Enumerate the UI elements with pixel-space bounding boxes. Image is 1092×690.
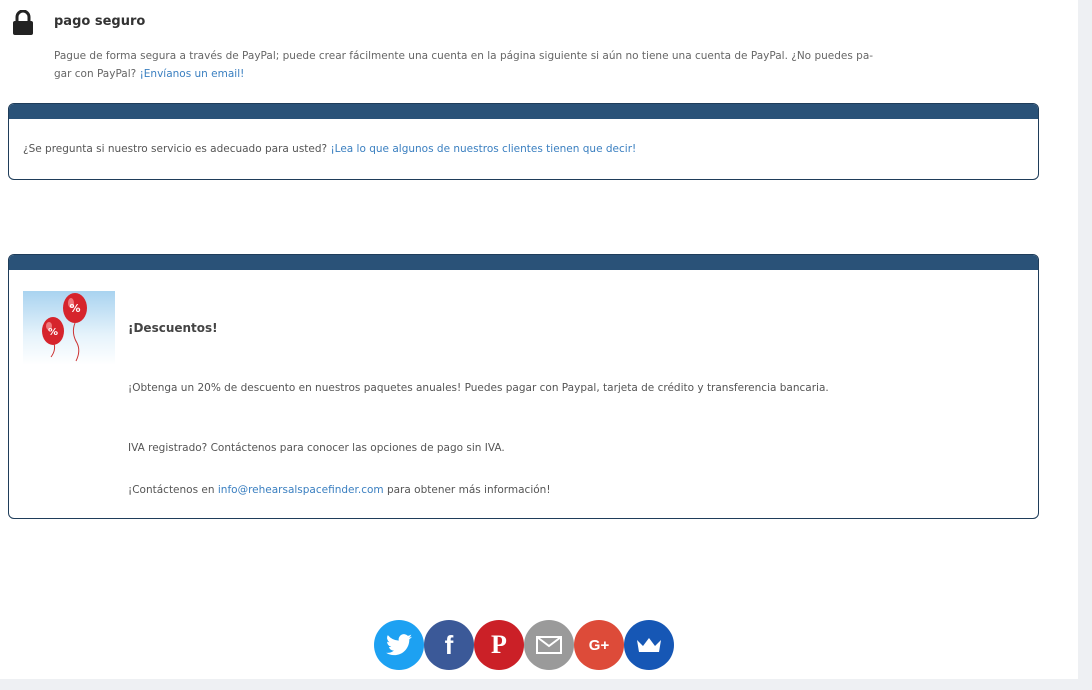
discount-balloons-image: % % [23, 291, 115, 365]
twitter-icon [386, 634, 412, 656]
email-share-button[interactable] [524, 620, 574, 670]
bottom-gutter [0, 679, 1092, 690]
secure-text-line2: gar con PayPal? [54, 68, 140, 80]
envelope-icon [536, 636, 562, 654]
contact-prefix: ¡Contáctenos en [128, 484, 218, 496]
right-scroll-gutter [1078, 0, 1092, 690]
balloon-percent-2: % [48, 327, 58, 338]
discount-contact: ¡Contáctenos en info@rehearsalspacefinde… [128, 484, 551, 496]
facebook-button[interactable]: f [424, 620, 474, 670]
discount-annual-offer: ¡Obtenga un 20% de descuento en nuestros… [128, 382, 829, 394]
discount-vat-info: IVA registrado? Contáctenos para conocer… [128, 442, 505, 454]
discount-panel: % % ¡Descuentos! ¡Obtenga un 20% de desc… [8, 254, 1039, 519]
discount-title: ¡Descuentos! [128, 321, 218, 335]
secure-payment-text: Pague de forma segura a través de PayPal… [54, 47, 1039, 83]
facebook-icon: f [444, 629, 454, 660]
google-plus-button[interactable]: G+ [574, 620, 624, 670]
contact-suffix: para obtener más información! [383, 484, 551, 496]
balloon-percent-1: % [69, 302, 80, 315]
lock-icon [13, 10, 33, 35]
testimonial-question: ¿Se pregunta si nuestro servicio es adec… [23, 143, 331, 155]
contact-email-link[interactable]: info@rehearsalspacefinder.com [218, 484, 384, 496]
crown-button[interactable] [624, 620, 674, 670]
secure-text-line1: Pague de forma segura a través de PayPal… [54, 50, 874, 62]
twitter-button[interactable] [374, 620, 424, 670]
pinterest-button[interactable]: P [474, 620, 524, 670]
pinterest-icon: P [491, 630, 507, 659]
google-plus-icon: G+ [588, 636, 610, 654]
email-us-link[interactable]: ¡Envíanos un email! [140, 68, 245, 80]
testimonial-text: ¿Se pregunta si nuestro servicio es adec… [23, 143, 636, 155]
testimonials-link[interactable]: ¡Lea lo que algunos de nuestros clientes… [330, 143, 636, 155]
panel-header-bar [9, 104, 1038, 119]
testimonial-panel: ¿Se pregunta si nuestro servicio es adec… [8, 103, 1039, 180]
panel-header-bar [9, 255, 1038, 270]
crown-icon [637, 638, 661, 652]
secure-payment-title: pago seguro [54, 14, 146, 29]
